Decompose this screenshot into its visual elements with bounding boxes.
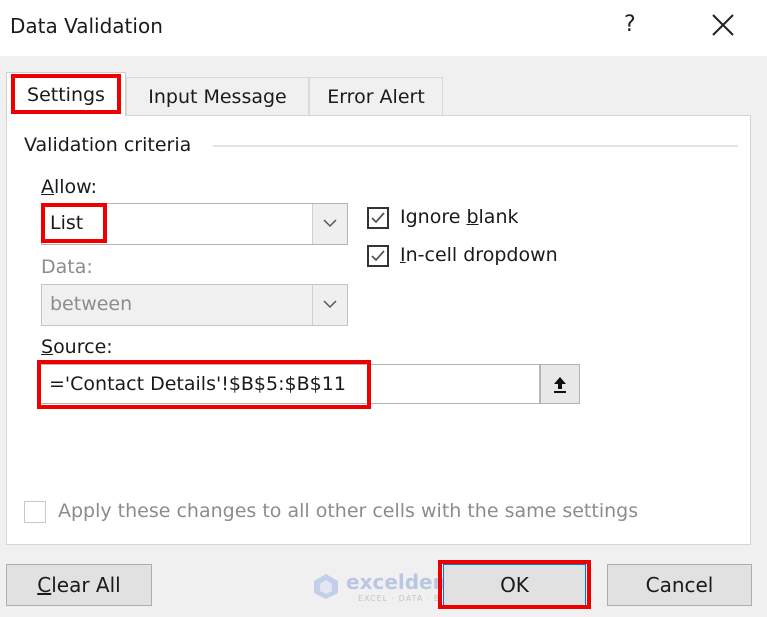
exceldemy-watermark: exceldemy EXCEL · DATA · BI	[312, 570, 467, 606]
allow-dropdown[interactable]: List	[41, 203, 348, 245]
ok-button[interactable]: OK	[443, 564, 586, 606]
checkmark-icon	[371, 250, 385, 262]
data-value: between	[50, 293, 133, 315]
apply-all-checkbox[interactable]	[24, 501, 46, 523]
source-label: Source:	[41, 336, 113, 358]
title-bar: Data Validation ?	[0, 0, 767, 56]
data-dropdown[interactable]: between	[41, 284, 348, 326]
source-input[interactable]: ='Contact Details'!$B$5:$B$11	[40, 364, 540, 404]
validation-criteria-label: Validation criteria	[24, 134, 192, 156]
ignore-blank-checkbox[interactable]	[367, 207, 389, 229]
tab-input-message[interactable]: Input Message	[126, 77, 309, 115]
cancel-button[interactable]: Cancel	[607, 564, 752, 606]
in-cell-dropdown-label[interactable]: In-cell dropdown	[400, 244, 558, 266]
group-divider	[213, 145, 738, 147]
chevron-down-icon	[323, 300, 337, 309]
help-button[interactable]: ?	[624, 12, 636, 37]
collapse-dialog-icon	[554, 377, 566, 393]
allow-value: List	[50, 212, 84, 234]
close-button[interactable]	[706, 8, 740, 42]
allow-label: Allow:	[41, 176, 98, 198]
tab-error-alert[interactable]: Error Alert	[309, 77, 443, 115]
collapse-dialog-button[interactable]	[540, 364, 580, 404]
in-cell-dropdown-checkbox[interactable]	[367, 245, 389, 267]
exceldemy-logo-icon	[314, 574, 338, 599]
source-value: ='Contact Details'!$B$5:$B$11	[49, 373, 346, 395]
apply-all-label[interactable]: Apply these changes to all other cells w…	[58, 500, 638, 522]
data-dropdown-arrow[interactable]	[312, 285, 347, 325]
data-label: Data:	[41, 256, 93, 278]
checkmark-icon	[371, 212, 385, 224]
watermark-tagline: EXCEL · DATA · BI	[358, 594, 444, 603]
ignore-blank-label[interactable]: Ignore blank	[400, 206, 519, 228]
tab-settings[interactable]: Settings	[6, 72, 126, 116]
close-icon	[712, 14, 734, 36]
settings-panel	[6, 115, 751, 545]
chevron-down-icon	[323, 219, 337, 228]
clear-all-button[interactable]: Clear All	[6, 564, 152, 606]
dialog-title: Data Validation	[10, 14, 163, 38]
allow-dropdown-arrow[interactable]	[312, 204, 347, 244]
